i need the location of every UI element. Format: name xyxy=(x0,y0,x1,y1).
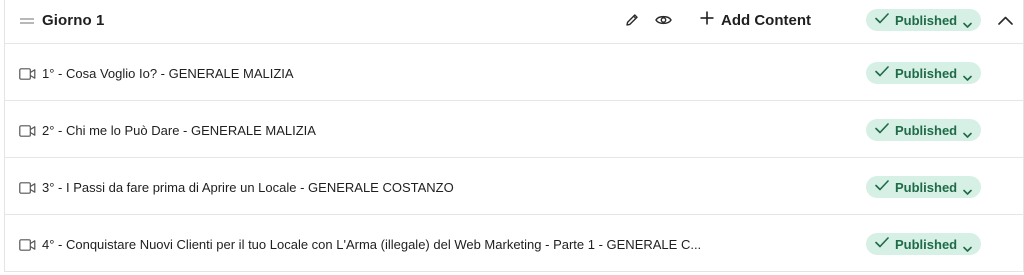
drag-handle-icon[interactable] xyxy=(19,14,35,28)
video-icon xyxy=(19,124,36,137)
lesson-title[interactable]: 1° - Cosa Voglio Io? - GENERALE MALIZIA xyxy=(42,66,294,81)
add-content-button[interactable]: Add Content xyxy=(699,8,811,32)
status-label: Published xyxy=(895,12,958,28)
add-content-label: Add Content xyxy=(721,11,811,29)
lesson-status-badge[interactable]: Published xyxy=(866,62,981,84)
status-label: Published xyxy=(895,65,958,81)
status-label: Published xyxy=(895,236,958,252)
lesson-row[interactable]: 4° - Conquistare Nuovi Clienti per il tu… xyxy=(5,215,1023,272)
status-label: Published xyxy=(895,122,958,138)
check-icon xyxy=(875,178,889,196)
collapse-section-button[interactable] xyxy=(994,10,1016,32)
check-icon xyxy=(875,235,889,253)
video-icon xyxy=(19,67,36,80)
section-status-badge[interactable]: Published xyxy=(866,9,981,31)
lesson-status-badge[interactable]: Published xyxy=(866,233,981,255)
lesson-status-badge[interactable]: Published xyxy=(866,119,981,141)
lesson-row[interactable]: 2° - Chi me lo Può Dare - GENERALE MALIZ… xyxy=(5,101,1023,158)
chevron-down-icon xyxy=(963,69,972,87)
lesson-title[interactable]: 4° - Conquistare Nuovi Clienti per il tu… xyxy=(42,237,701,252)
pencil-icon[interactable] xyxy=(621,9,643,31)
lesson-row[interactable]: 1° - Cosa Voglio Io? - GENERALE MALIZIA … xyxy=(5,44,1023,101)
status-label: Published xyxy=(895,179,958,195)
check-icon xyxy=(875,11,889,29)
video-icon xyxy=(19,181,36,194)
lesson-title[interactable]: 3° - I Passi da fare prima di Aprire un … xyxy=(42,180,454,195)
curriculum-section: Giorno 1 Add Content Published 1° - Cosa… xyxy=(4,0,1024,272)
chevron-down-icon xyxy=(963,16,972,34)
check-icon xyxy=(875,121,889,139)
section-header: Giorno 1 Add Content Published xyxy=(5,0,1023,44)
check-icon xyxy=(875,64,889,82)
lesson-row[interactable]: 3° - I Passi da fare prima di Aprire un … xyxy=(5,158,1023,215)
section-title: Giorno 1 xyxy=(42,12,105,29)
chevron-down-icon xyxy=(963,126,972,144)
lesson-title[interactable]: 2° - Chi me lo Può Dare - GENERALE MALIZ… xyxy=(42,123,316,138)
eye-icon[interactable] xyxy=(652,9,674,31)
chevron-down-icon xyxy=(963,183,972,201)
chevron-down-icon xyxy=(963,240,972,258)
chevron-up-icon xyxy=(997,12,1013,30)
lesson-status-badge[interactable]: Published xyxy=(866,176,981,198)
plus-icon xyxy=(699,10,715,31)
video-icon xyxy=(19,238,36,251)
